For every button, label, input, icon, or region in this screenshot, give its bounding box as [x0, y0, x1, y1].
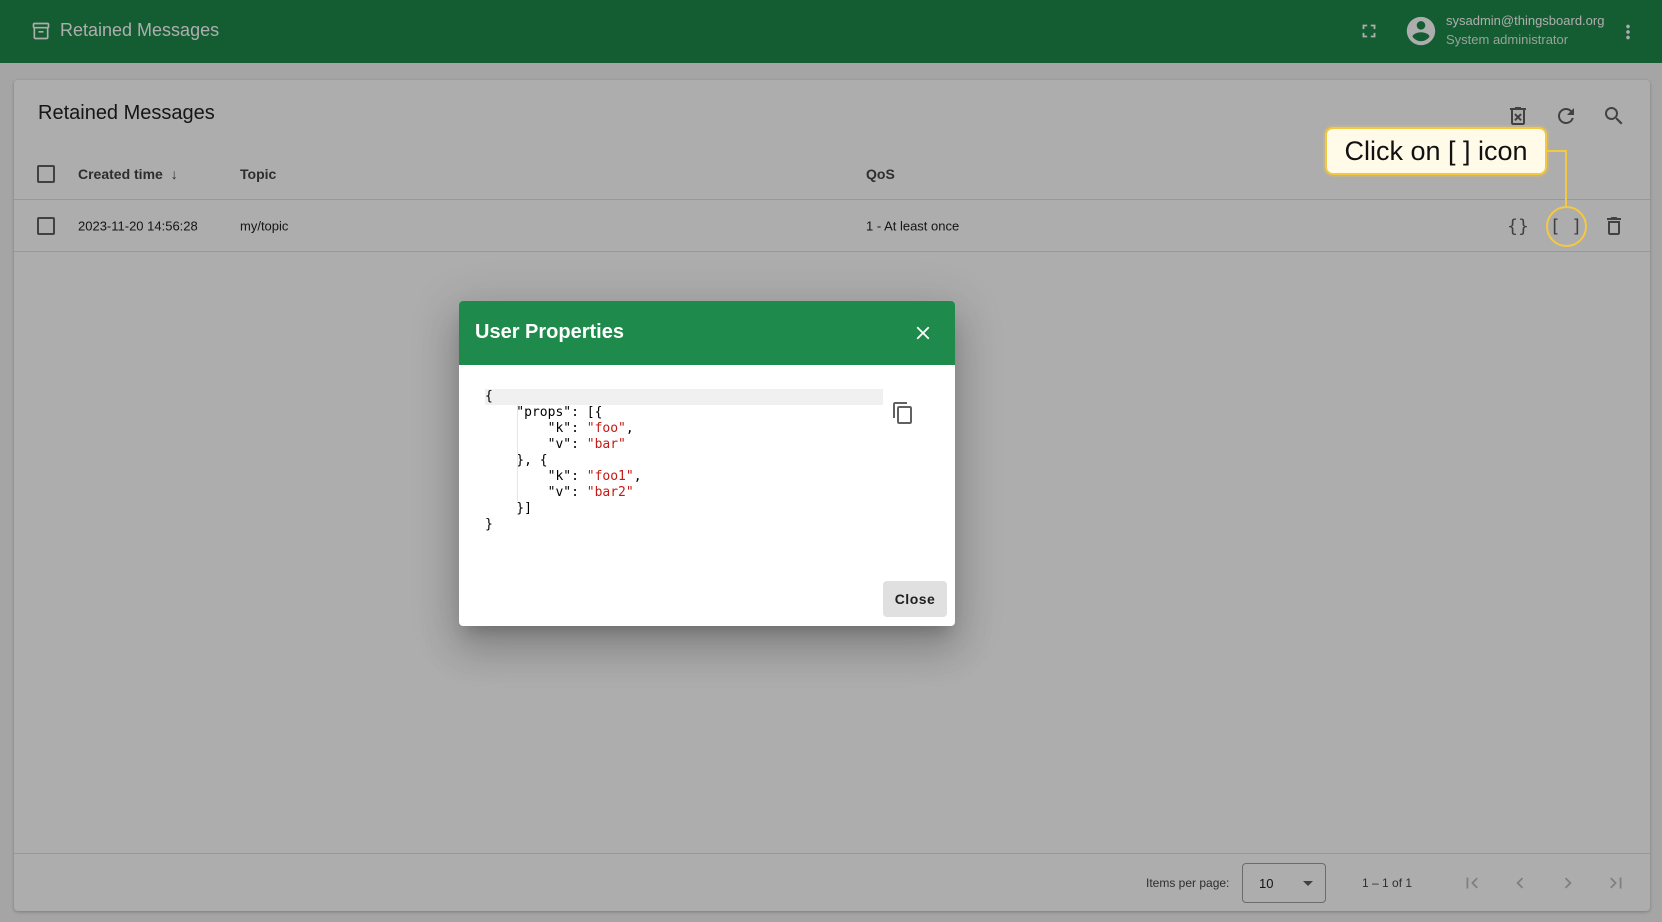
json-line: "props": [{: [485, 405, 603, 420]
json-line: "v": "bar": [485, 437, 626, 452]
json-line: {: [485, 389, 883, 405]
indent-guide: [517, 405, 518, 501]
copy-icon: [893, 402, 912, 424]
dialog-close-action-button[interactable]: Close: [883, 581, 947, 617]
json-line: "k": "foo1",: [485, 469, 642, 484]
copy-button[interactable]: [887, 397, 919, 429]
tutorial-callout: Click on [ ] icon: [1325, 127, 1547, 175]
json-line: }]: [485, 501, 532, 516]
json-line: }: [485, 517, 493, 532]
callout-connector: [1547, 150, 1566, 152]
json-line: }, {: [485, 453, 548, 468]
json-line: "v": "bar2": [485, 485, 634, 500]
callout-highlight-ring: [1546, 206, 1587, 247]
callout-connector: [1565, 150, 1567, 208]
json-line: "k": "foo",: [485, 421, 634, 436]
dialog-close-button[interactable]: [903, 313, 943, 353]
dialog-header: User Properties: [459, 301, 955, 365]
close-icon: [916, 326, 930, 340]
json-viewer[interactable]: { "props": [{ "k": "foo", "v": "bar" }, …: [485, 389, 883, 549]
user-properties-dialog: User Properties { "props": [{ "k": "foo"…: [459, 301, 955, 626]
dialog-title: User Properties: [475, 321, 624, 343]
